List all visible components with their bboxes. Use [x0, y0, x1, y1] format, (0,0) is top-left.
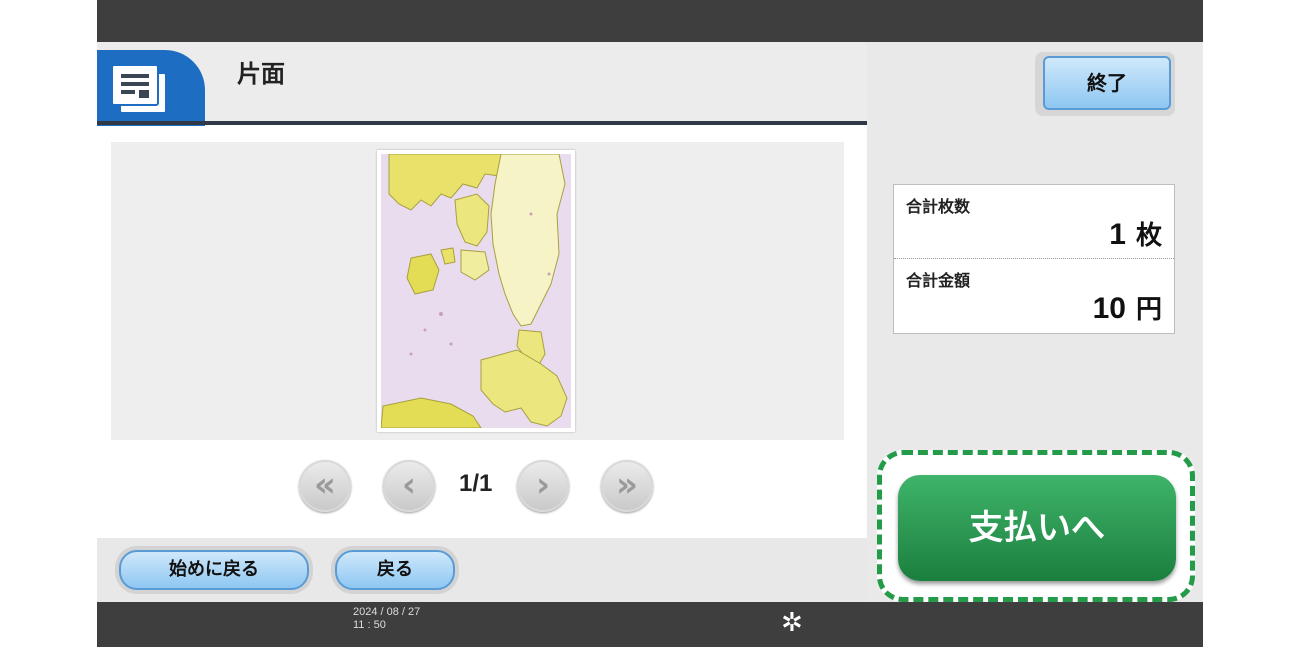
side-panel: 終了 合計枚数 1枚 合計金額 10 円 支払いへ — [867, 42, 1203, 602]
restart-button[interactable]: 始めに戻る — [119, 550, 309, 590]
preview-area — [111, 142, 844, 440]
total-sheets-value: 1 — [1109, 218, 1126, 251]
last-page-button[interactable]: » — [601, 460, 653, 512]
first-page-button[interactable]: « — [299, 460, 351, 512]
pay-button[interactable]: 支払いへ — [898, 475, 1176, 581]
double-chevron-right-icon: » — [616, 465, 638, 505]
back-button[interactable]: 戻る — [335, 550, 455, 590]
page-indicator: 1/1 — [459, 470, 493, 497]
status-date: 2024 / 08 / 27 — [353, 606, 421, 618]
total-amount-value: 10 — [1092, 292, 1126, 325]
bottom-button-bar: 始めに戻る 戻る — [97, 538, 867, 602]
prev-page-button[interactable]: ‹ — [383, 460, 435, 512]
header-divider — [97, 121, 867, 125]
preview-pane: 片面 « ‹ 1/1 › » 始めに戻る 戻る — [97, 42, 867, 602]
page-thumbnail[interactable] — [377, 150, 575, 432]
next-page-button[interactable]: › — [517, 460, 569, 512]
total-amount-unit: 円 — [1135, 295, 1162, 325]
total-sheets-row: 合計枚数 1枚 — [894, 185, 1174, 259]
total-amount-row: 合計金額 10 円 — [894, 259, 1174, 332]
page-navigation: « ‹ 1/1 › » — [97, 456, 867, 518]
kiosk-screen: 片面 « ‹ 1/1 › » 始めに戻る 戻る 終了 合計枚数 1 枚 合計金額… — [97, 0, 1203, 647]
header: 片面 — [97, 42, 867, 126]
chevron-right-icon: › — [535, 465, 550, 505]
total-sheets-label: 合計枚数 — [906, 197, 971, 216]
total-amount-label: 合計金額 — [906, 271, 971, 290]
status-bar: 2024 / 08 / 27 11 : 50 ✲ — [97, 602, 1203, 647]
chevron-left-icon: ‹ — [401, 465, 416, 505]
document-stack-icon — [97, 50, 205, 126]
summary-box: 合計枚数 1枚 合計金額 10 円 — [893, 184, 1175, 334]
double-chevron-left-icon: « — [314, 465, 336, 505]
page-title: 片面 — [237, 60, 285, 88]
gear-icon[interactable]: ✲ — [781, 610, 803, 636]
total-sheets-unit: 枚 — [1135, 221, 1162, 251]
top-bar — [97, 0, 1203, 42]
pay-button-highlight: 支払いへ — [877, 450, 1195, 602]
map-image — [381, 154, 571, 428]
end-button-frame: 終了 — [1035, 52, 1175, 116]
end-button[interactable]: 終了 — [1043, 56, 1171, 110]
status-time: 11 : 50 — [353, 619, 386, 631]
